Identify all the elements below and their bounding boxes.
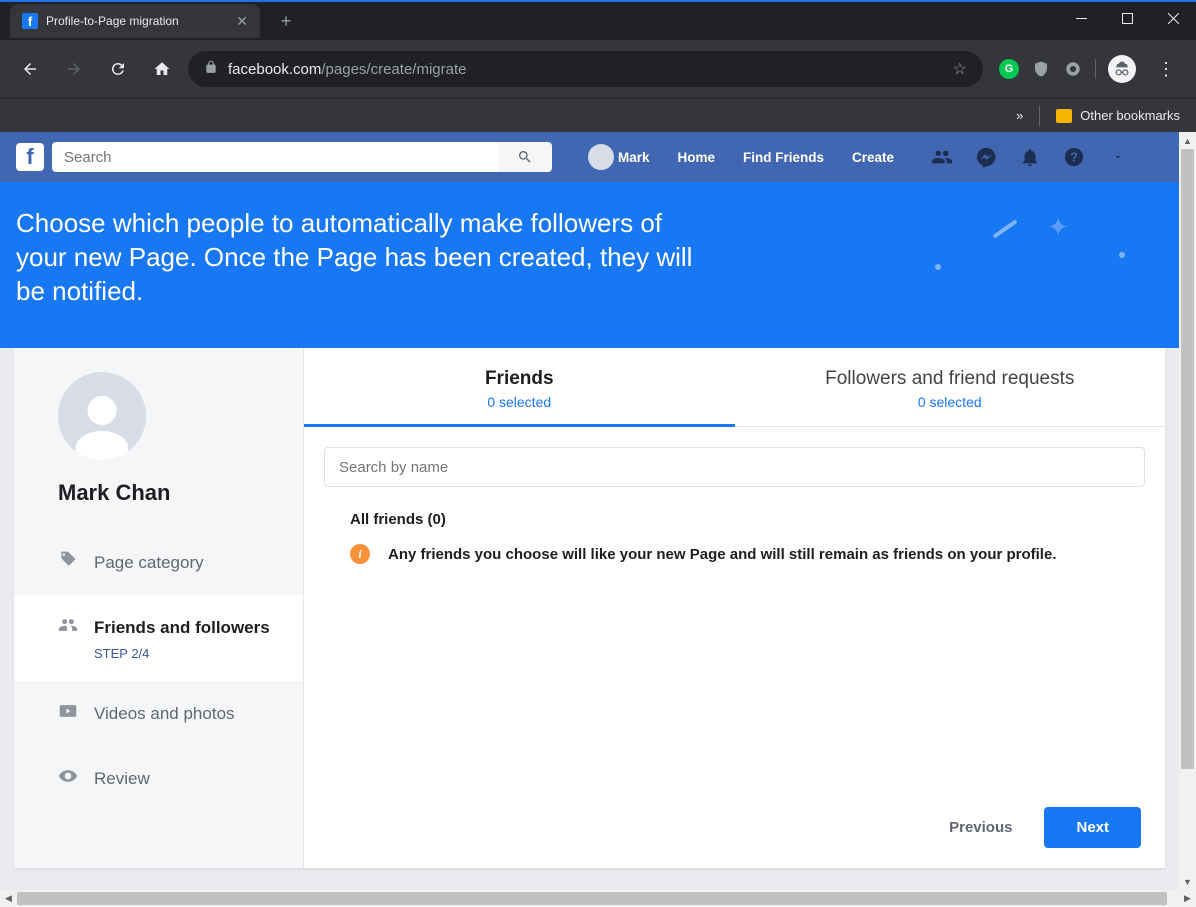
browser-menu-button[interactable]: ⋮	[1148, 59, 1184, 80]
horizontal-scrollbar[interactable]: ◀ ▶	[0, 890, 1196, 907]
decorative-dot-icon	[1119, 252, 1125, 258]
scroll-left-icon[interactable]: ◀	[0, 890, 17, 907]
people-icon	[58, 615, 80, 640]
svg-text:?: ?	[1070, 150, 1078, 165]
scroll-thumb[interactable]	[17, 892, 1167, 905]
profile-name: Mark Chan	[58, 480, 303, 506]
step-friends-followers[interactable]: Friends and followers STEP 2/4	[14, 595, 303, 681]
back-button[interactable]	[12, 51, 48, 87]
video-icon	[58, 701, 80, 726]
step-videos-photos[interactable]: Videos and photos	[14, 681, 303, 746]
search-button[interactable]	[498, 142, 552, 172]
next-button[interactable]: Next	[1044, 807, 1141, 848]
facebook-logo-icon[interactable]: f	[16, 143, 44, 171]
browser-toolbar: facebook.com/pages/create/migrate ☆ G ⋮	[0, 40, 1196, 98]
friend-requests-icon[interactable]	[922, 137, 962, 177]
page-content: f Mark Home Find Friends Create ? Choose…	[0, 132, 1179, 890]
wizard-sidebar: Mark Chan Page category Friends and foll…	[14, 348, 304, 868]
lock-icon	[204, 60, 218, 79]
facebook-favicon-icon: f	[22, 13, 38, 29]
info-icon: i	[350, 544, 370, 564]
hero-text: Choose which people to automatically mak…	[16, 206, 696, 308]
scroll-down-icon[interactable]: ▼	[1179, 873, 1196, 890]
url-text: facebook.com/pages/create/migrate	[228, 61, 466, 78]
grammarly-extension-icon[interactable]: G	[999, 59, 1019, 79]
notifications-icon[interactable]	[1010, 137, 1050, 177]
camera-extension-icon[interactable]	[1063, 59, 1083, 79]
browser-tab-active[interactable]: f Profile-to-Page migration ✕	[10, 4, 260, 38]
tag-icon	[58, 550, 80, 575]
minimize-window-button[interactable]	[1058, 2, 1104, 34]
close-window-button[interactable]	[1150, 2, 1196, 34]
forward-button[interactable]	[56, 51, 92, 87]
folder-icon	[1056, 109, 1072, 123]
scroll-thumb[interactable]	[1181, 149, 1194, 769]
messenger-icon[interactable]	[966, 137, 1006, 177]
bookmarks-bar: » Other bookmarks	[0, 98, 1196, 132]
scroll-up-icon[interactable]: ▲	[1179, 132, 1196, 149]
facebook-search	[52, 142, 552, 172]
new-tab-button[interactable]: +	[272, 7, 300, 35]
scroll-right-icon[interactable]: ▶	[1179, 890, 1196, 907]
all-friends-heading: All friends (0)	[350, 511, 1145, 528]
decorative-dot-icon	[935, 264, 941, 270]
bookmark-star-icon[interactable]: ☆	[953, 59, 967, 79]
previous-button[interactable]: Previous	[937, 809, 1024, 846]
step-review[interactable]: Review	[14, 746, 303, 811]
tab-friends[interactable]: Friends 0 selected	[304, 348, 735, 427]
other-bookmarks-button[interactable]: Other bookmarks	[1056, 108, 1180, 123]
decorative-line-icon	[992, 219, 1017, 238]
reload-button[interactable]	[100, 51, 136, 87]
step-page-category[interactable]: Page category	[14, 530, 303, 595]
find-friends-link[interactable]: Find Friends	[731, 142, 836, 172]
search-input[interactable]	[52, 142, 498, 172]
step-progress-label: STEP 2/4	[94, 646, 287, 661]
main-content: Friends 0 selected Followers and friend …	[304, 348, 1165, 868]
account-menu-icon[interactable]	[1098, 137, 1138, 177]
home-link[interactable]: Home	[666, 142, 728, 172]
eye-icon	[58, 766, 80, 791]
vertical-scrollbar[interactable]: ▲ ▼	[1179, 132, 1196, 890]
maximize-window-button[interactable]	[1104, 2, 1150, 34]
help-icon[interactable]: ?	[1054, 137, 1094, 177]
close-tab-icon[interactable]: ✕	[236, 13, 248, 30]
tab-title: Profile-to-Page migration	[46, 14, 228, 28]
create-link[interactable]: Create	[840, 142, 906, 172]
incognito-profile-icon[interactable]	[1108, 55, 1136, 83]
hero-banner: Choose which people to automatically mak…	[0, 182, 1179, 348]
search-by-name-input[interactable]	[324, 447, 1145, 487]
decorative-star-icon: ✦	[1047, 212, 1069, 243]
avatar-icon	[588, 144, 614, 170]
profile-avatar-icon	[58, 372, 146, 460]
browser-tab-bar: f Profile-to-Page migration ✕ +	[0, 2, 1196, 40]
tab-followers[interactable]: Followers and friend requests 0 selected	[735, 348, 1166, 426]
facebook-header: f Mark Home Find Friends Create ?	[0, 132, 1179, 182]
home-button[interactable]	[144, 51, 180, 87]
info-message: Any friends you choose will like your ne…	[388, 546, 1057, 563]
bookmarks-overflow-button[interactable]: »	[1016, 108, 1023, 123]
shield-extension-icon[interactable]	[1031, 59, 1051, 79]
address-bar[interactable]: facebook.com/pages/create/migrate ☆	[188, 51, 983, 87]
profile-link[interactable]: Mark	[576, 142, 662, 172]
